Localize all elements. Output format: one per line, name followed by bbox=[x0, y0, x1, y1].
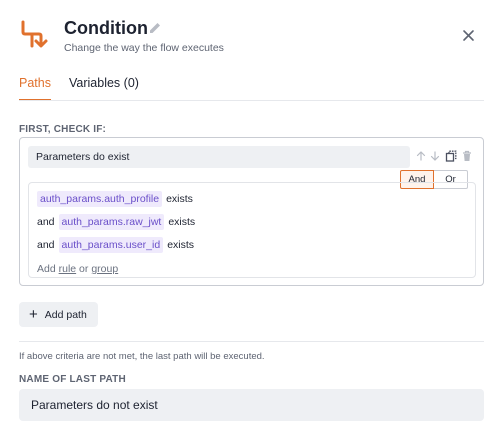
dialog-title: Condition bbox=[64, 18, 148, 38]
rule-field-chip[interactable]: auth_params.raw_jwt bbox=[58, 214, 165, 230]
add-path-button[interactable]: + Add path bbox=[19, 302, 98, 327]
add-group-link[interactable]: group bbox=[91, 263, 118, 275]
path-card: Parameters do exist And Or auth_params.a… bbox=[19, 137, 484, 286]
add-text: Add bbox=[37, 263, 56, 275]
add-path-label: Add path bbox=[44, 308, 87, 321]
rule-operator[interactable]: exists bbox=[167, 239, 194, 251]
trash-icon[interactable] bbox=[461, 150, 473, 162]
rule-group: auth_params.auth_profile exists and auth… bbox=[28, 182, 476, 278]
add-rule-links: Add rule or group bbox=[37, 263, 118, 275]
condition-branch-icon bbox=[21, 20, 48, 48]
rule-operator[interactable]: exists bbox=[166, 193, 193, 205]
path-name-field[interactable]: Parameters do exist bbox=[28, 146, 410, 168]
tab-paths[interactable]: Paths bbox=[19, 76, 51, 90]
arrow-up-icon[interactable] bbox=[415, 150, 427, 162]
section-divider bbox=[19, 341, 484, 342]
arrow-down-icon[interactable] bbox=[429, 150, 441, 162]
rule-conjunction: and bbox=[37, 216, 55, 228]
dialog-header: Condition Change the way the flow execut… bbox=[0, 0, 500, 66]
rule-row: and auth_params.user_id exists bbox=[37, 237, 194, 253]
rule-conjunction: and bbox=[37, 239, 55, 251]
rule-operator[interactable]: exists bbox=[168, 216, 195, 228]
rule-row: and auth_params.raw_jwt exists bbox=[37, 214, 195, 230]
pencil-icon[interactable] bbox=[148, 21, 162, 35]
or-text: or bbox=[79, 263, 89, 275]
tabs-divider bbox=[19, 100, 484, 101]
rule-field-chip[interactable]: auth_params.user_id bbox=[58, 237, 164, 253]
last-path-name-input[interactable] bbox=[19, 389, 484, 421]
rule-row: auth_params.auth_profile exists bbox=[37, 191, 193, 207]
rule-field-chip[interactable]: auth_params.auth_profile bbox=[37, 191, 163, 207]
first-check-label: FIRST, CHECK IF: bbox=[19, 124, 107, 135]
duplicate-icon[interactable] bbox=[445, 150, 457, 162]
last-path-label: NAME OF LAST PATH bbox=[19, 374, 126, 385]
plus-icon: + bbox=[29, 306, 38, 323]
close-icon[interactable] bbox=[462, 29, 475, 42]
fallback-info-text: If above criteria are not met, the last … bbox=[19, 351, 265, 362]
add-rule-link[interactable]: rule bbox=[59, 263, 77, 275]
tab-variables[interactable]: Variables (0) bbox=[69, 76, 139, 90]
dialog-subtitle: Change the way the flow executes bbox=[64, 42, 224, 54]
